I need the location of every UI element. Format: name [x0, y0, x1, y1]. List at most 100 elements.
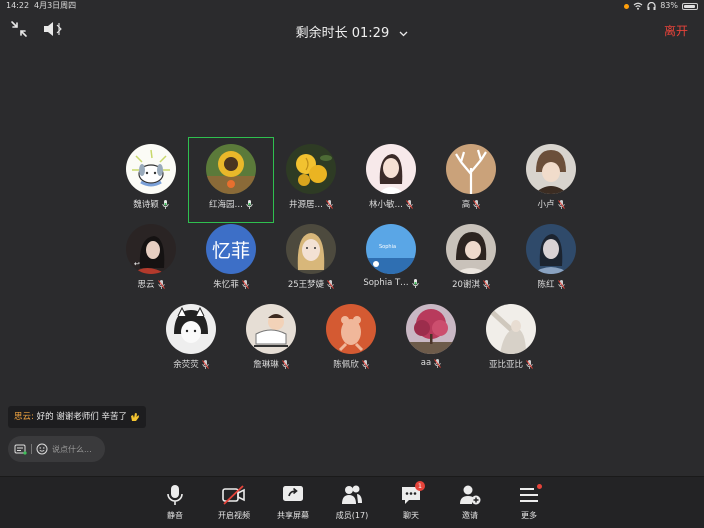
participant-name-row: 陈佩欣 [311, 358, 391, 370]
start-video-label: 开启视频 [218, 511, 250, 520]
participant-name-row: 朱忆菲 [191, 278, 271, 290]
mute-button[interactable]: 静音 [145, 484, 205, 521]
participant-tile[interactable]: ↩ 思云 [111, 224, 191, 290]
chat-placeholder: 说点什么... [52, 444, 92, 454]
participant-name: 20谢淇 [452, 280, 480, 290]
avatar [366, 144, 416, 194]
status-bar: 14:22 4月3日周四 83% [0, 0, 704, 12]
participant-name-row: 詹琳琳 [231, 358, 311, 370]
avatar [486, 304, 536, 354]
participant-tile[interactable]: 小卢 [511, 144, 591, 210]
battery-icon [682, 2, 698, 10]
clap-emoji-icon [130, 412, 139, 421]
headphones-icon [647, 2, 656, 10]
share-screen-icon [283, 486, 303, 501]
chat-sender: 思云: [14, 412, 34, 422]
caption-icon[interactable] [14, 444, 27, 455]
participant-name-row: 亚比亚比 [471, 358, 551, 370]
microphone-muted-icon [201, 359, 209, 369]
chat-label: 聊天 [403, 511, 419, 520]
participant-tile[interactable]: 20谢淇 [431, 224, 511, 290]
avatar-text: 忆菲 [211, 239, 250, 262]
divider [31, 444, 32, 454]
participant-tile[interactable]: 亚比亚比 [471, 304, 551, 370]
remaining-time-label: 剩余时长 01:29 [295, 26, 390, 41]
participant-tile[interactable]: 忆菲 朱忆菲 [191, 224, 271, 290]
invite-icon [460, 485, 481, 505]
members-button[interactable]: 成员(17) [322, 484, 382, 521]
chat-unread-badge: 1 [415, 481, 425, 491]
participant-tile[interactable]: 井源居… [271, 144, 351, 210]
bottom-toolbar: 静音 开启视频 共享屏幕 成员(17) 1 聊天 邀请 更多 [0, 476, 704, 528]
participant-name: 林小敏… [368, 200, 403, 210]
participant-name-row: 思云 [111, 278, 191, 290]
participant-tile[interactable]: 陈红 [511, 224, 591, 290]
avatar [526, 144, 576, 194]
participant-name-row: Sophia T… [351, 278, 431, 288]
participant-tile[interactable]: aa [391, 304, 471, 368]
microphone-muted-icon [526, 359, 533, 369]
leave-button[interactable]: 离开 [664, 22, 688, 39]
avatar [286, 144, 336, 194]
microphone-muted-icon [326, 199, 333, 209]
microphone-muted-icon [157, 279, 165, 289]
participant-tile[interactable]: 陈佩欣 [311, 304, 391, 370]
participant-tile[interactable]: 高 [431, 144, 511, 210]
participant-tile[interactable]: 林小敏… [351, 144, 431, 210]
microphone-on-icon [412, 278, 419, 288]
microphone-muted-icon [557, 199, 565, 209]
share-screen-label: 共享屏幕 [277, 511, 309, 520]
mic-indicator-icon [624, 3, 630, 9]
microphone-muted-icon [483, 279, 490, 289]
participant-name-row: 高 [431, 198, 511, 210]
avatar [126, 144, 176, 194]
chat-text: 好的 谢谢老师们 辛苦了 [36, 412, 127, 422]
remaining-time[interactable]: 剩余时长 01:29 [0, 22, 704, 41]
participant-tile[interactable]: 余荧荧 [151, 304, 231, 370]
microphone-muted-icon [361, 359, 369, 369]
avatar [526, 224, 576, 274]
microphone-muted-icon [281, 359, 289, 369]
invite-button[interactable]: 邀请 [440, 484, 500, 521]
svg-text:↩: ↩ [134, 260, 140, 268]
participant-name: 井源居… [288, 200, 323, 210]
more-button[interactable]: 更多 [499, 484, 559, 521]
participant-name-row: 魏诗颖 [111, 198, 191, 210]
participant-name-row: 小卢 [511, 198, 591, 210]
participant-name: 亚比亚比 [488, 360, 523, 370]
participant-tile[interactable]: 魏诗颖 [111, 144, 191, 210]
members-label: 成员(17) [335, 511, 369, 520]
start-video-button[interactable]: 开启视频 [204, 484, 264, 521]
svg-text:Sophia: Sophia [379, 244, 396, 250]
avatar: Sophia [366, 224, 416, 274]
microphone-muted-icon [406, 199, 413, 209]
share-screen-button[interactable]: 共享屏幕 [263, 484, 323, 521]
participant-name: 朱忆菲 [213, 280, 239, 290]
participant-name: 陈佩欣 [333, 360, 359, 370]
avatar [446, 224, 496, 274]
wifi-icon [633, 2, 643, 10]
camera-off-icon [222, 485, 245, 505]
avatar [206, 144, 256, 194]
avatar [446, 144, 496, 194]
participant-name-row: 井源居… [271, 198, 351, 210]
avatar [166, 304, 216, 354]
mute-label: 静音 [167, 511, 183, 520]
chat-message[interactable]: 思云: 好的 谢谢老师们 辛苦了 [8, 406, 146, 428]
emoji-icon[interactable] [36, 443, 48, 455]
avatar [326, 304, 376, 354]
participant-tile[interactable]: 詹琳琳 [231, 304, 311, 370]
participant-name-row: 20谢淇 [431, 278, 511, 290]
participant-tile[interactable]: 红海园… [191, 144, 271, 210]
participant-tile[interactable]: Sophia Sophia T… [351, 224, 431, 288]
chat-button[interactable]: 1 聊天 [381, 481, 441, 521]
avatar [406, 304, 456, 354]
status-right: 83% [624, 0, 698, 12]
invite-label: 邀请 [462, 511, 478, 520]
avatar: ↩ [126, 224, 176, 274]
avatar: 忆菲 [206, 224, 256, 274]
participant-name-row: 林小敏… [351, 198, 431, 210]
meeting-header: 剩余时长 01:29 离开 [0, 12, 704, 48]
chat-input[interactable]: 说点什么... [8, 436, 105, 462]
participant-tile[interactable]: 25王梦婕 [271, 224, 351, 290]
